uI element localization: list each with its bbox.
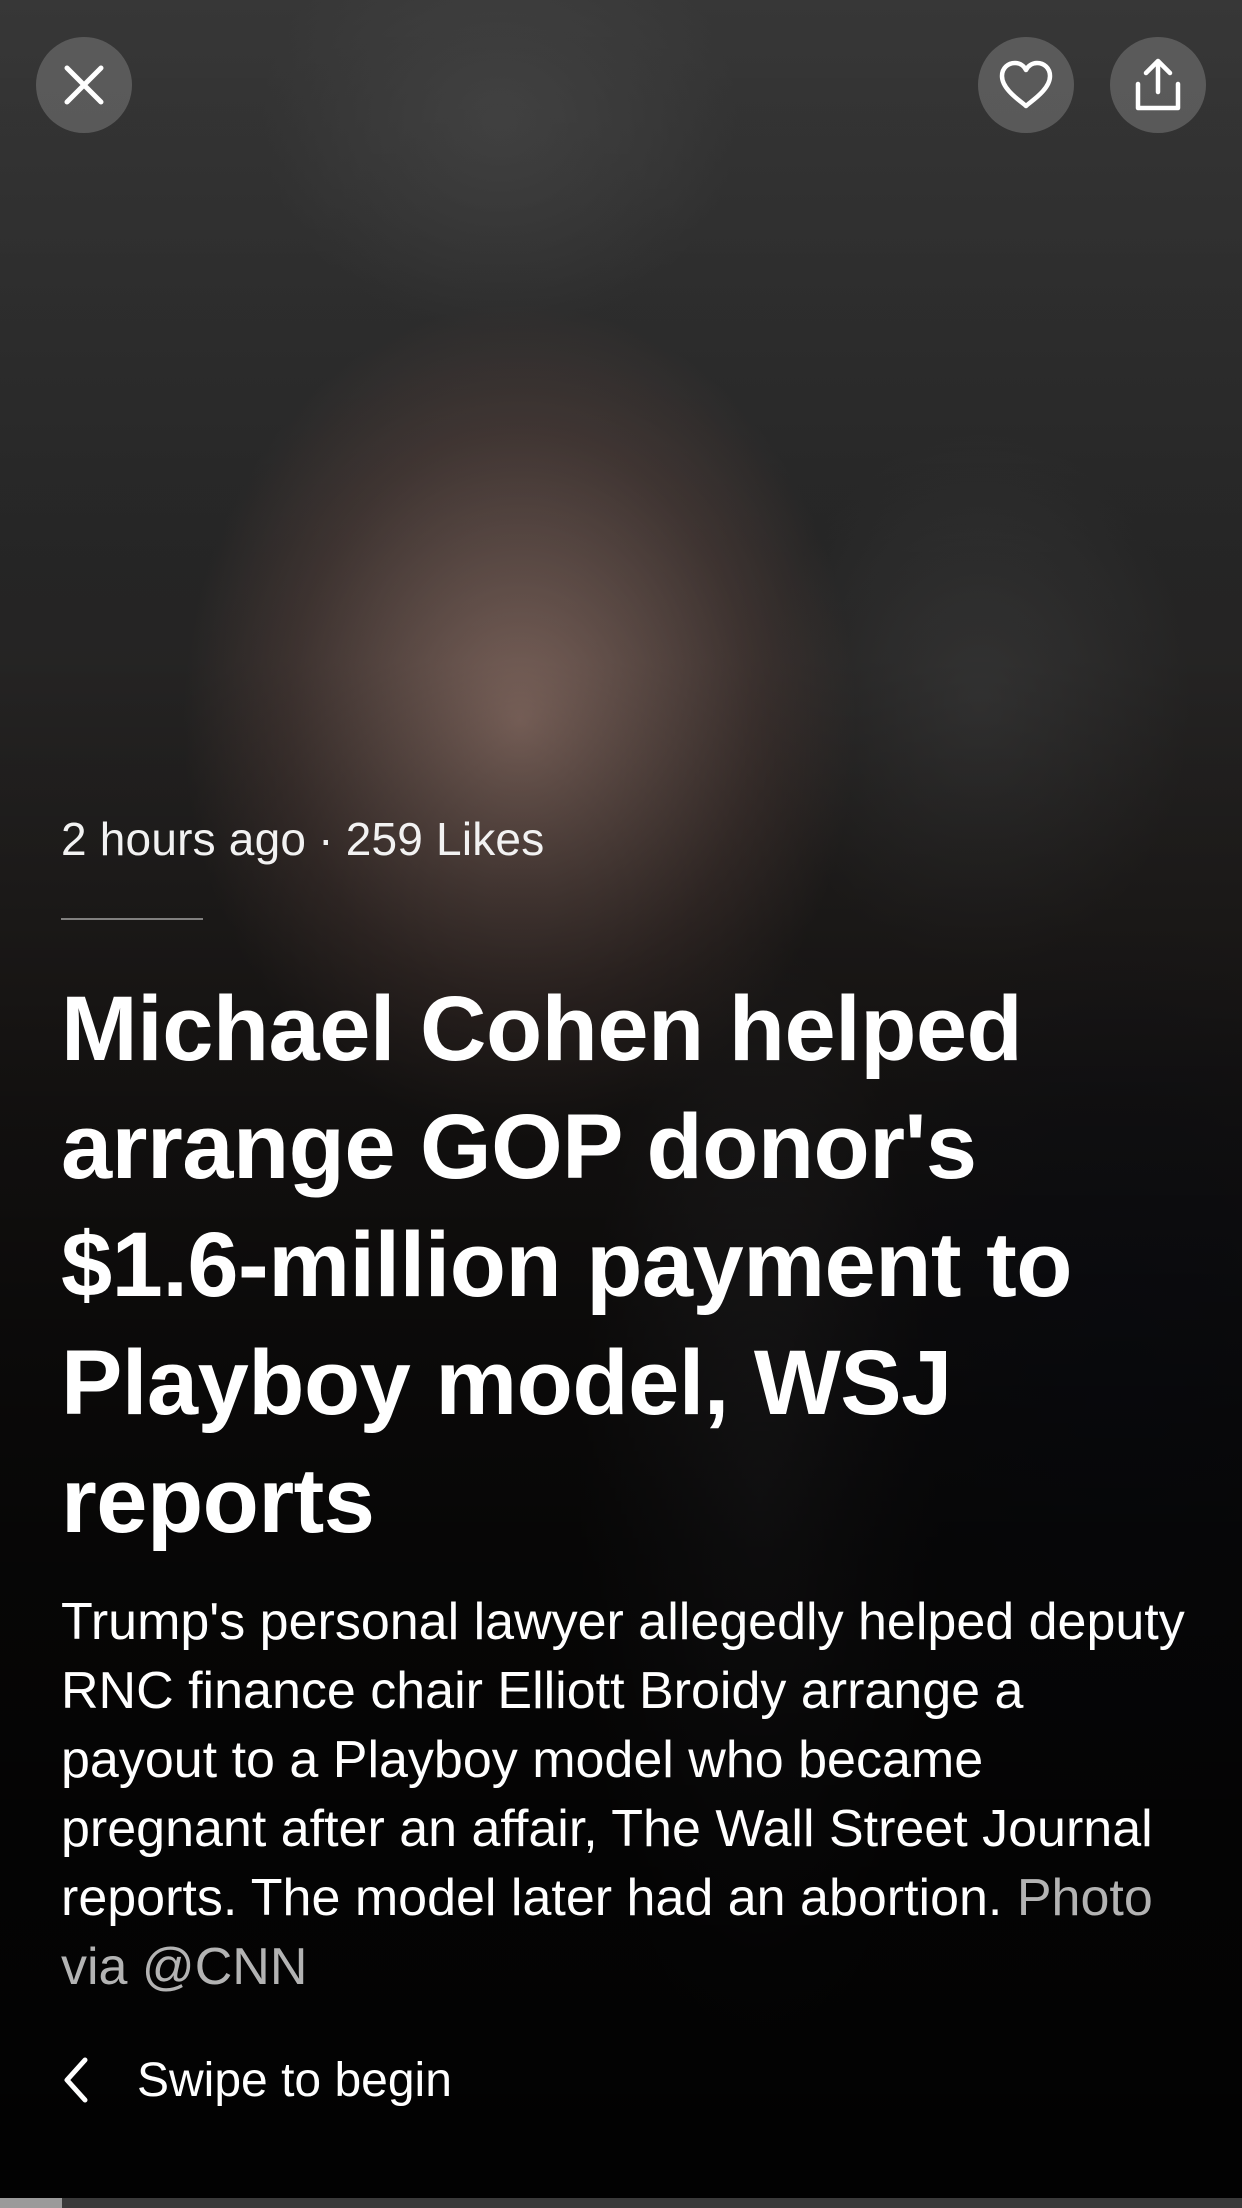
share-icon xyxy=(1135,58,1181,111)
heart-icon xyxy=(999,60,1053,109)
meta-divider xyxy=(61,918,203,920)
chevron-left-icon xyxy=(61,2056,89,2104)
story-headline: Michael Cohen helped arrange GOP donor's… xyxy=(61,978,1072,1552)
swipe-label: Swipe to begin xyxy=(137,2053,452,2107)
meta-separator: · xyxy=(318,813,334,865)
story-screen: 2 hours ago · 259 Likes Michael Cohen help… xyxy=(0,0,1242,2208)
story-progress-track xyxy=(0,2198,1242,2208)
story-time: 2 hours ago xyxy=(61,813,307,865)
story-meta: 2 hours ago · 259 Likes xyxy=(61,812,544,866)
close-button[interactable] xyxy=(36,37,132,133)
close-icon xyxy=(64,65,104,105)
story-summary: Trump's personal lawyer allegedly helped… xyxy=(61,1588,1186,2002)
story-likes: 259 Likes xyxy=(345,813,545,865)
story-progress-fill xyxy=(0,2198,63,2208)
share-button[interactable] xyxy=(1110,37,1206,133)
like-button[interactable] xyxy=(978,37,1074,133)
swipe-to-begin[interactable]: Swipe to begin xyxy=(61,2050,452,2110)
